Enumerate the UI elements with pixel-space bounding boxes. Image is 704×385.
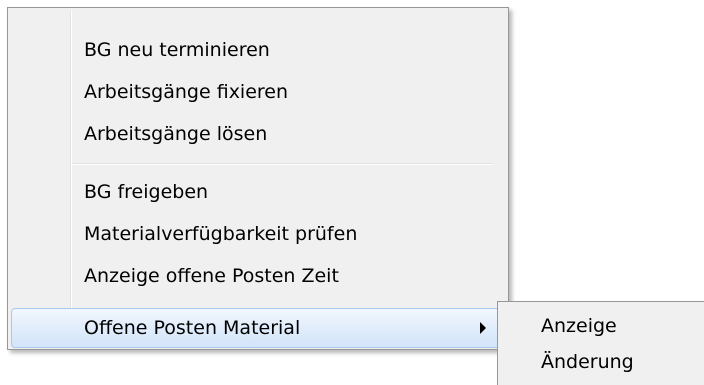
- menu-item-label: Offene Posten Material: [84, 317, 301, 339]
- submenu-arrow-icon: [480, 322, 486, 334]
- menu-item-offene-posten-material[interactable]: Offene Posten Material: [11, 308, 505, 348]
- menu-item-anzeige-offene-posten-zeit[interactable]: Anzeige offene Posten Zeit: [11, 256, 505, 296]
- submenu: Anzeige Änderung: [497, 301, 704, 385]
- context-menu: BG neu terminieren Arbeitsgänge fixieren…: [7, 7, 509, 350]
- menu-item-label: BG neu terminieren: [84, 39, 270, 61]
- menu-item-bg-freigeben[interactable]: BG freigeben: [11, 172, 505, 212]
- menu-item-label: Arbeitsgänge fixieren: [84, 81, 289, 103]
- menu-item-label: Arbeitsgänge lösen: [84, 123, 268, 145]
- menu-item-label: Materialverfügbarkeit prüfen: [84, 223, 358, 245]
- menu-item-label: BG freigeben: [84, 181, 209, 203]
- submenu-item-anzeige[interactable]: Anzeige: [498, 308, 704, 344]
- menu-item-materialverfuegbarkeit-pruefen[interactable]: Materialverfügbarkeit prüfen: [11, 214, 505, 254]
- menu-item-arbeitsgaenge-fixieren[interactable]: Arbeitsgänge fixieren: [11, 72, 505, 112]
- menu-item-arbeitsgaenge-loesen[interactable]: Arbeitsgänge lösen: [11, 114, 505, 154]
- submenu-item-aenderung[interactable]: Änderung: [498, 344, 704, 380]
- menu-item-bg-neu-terminieren[interactable]: BG neu terminieren: [11, 30, 505, 70]
- submenu-item-label: Änderung: [541, 351, 634, 373]
- submenu-item-label: Anzeige: [541, 315, 617, 337]
- screen: BG neu terminieren Arbeitsgänge fixieren…: [0, 0, 704, 385]
- menu-item-label: Anzeige offene Posten Zeit: [84, 265, 339, 287]
- menu-separator: [72, 163, 492, 165]
